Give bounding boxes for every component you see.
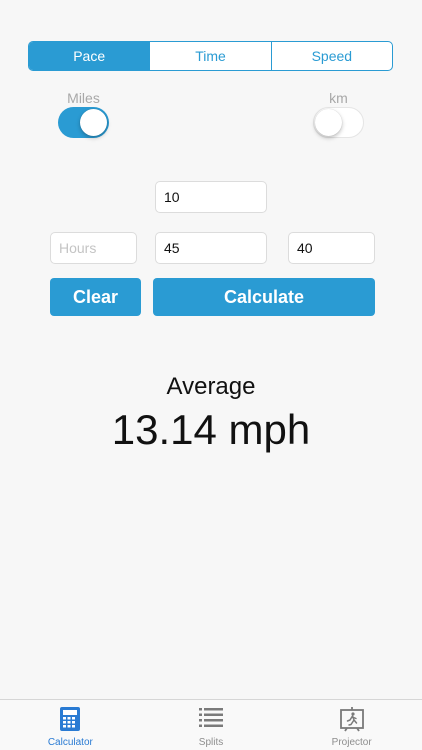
km-toggle[interactable] [313,107,364,138]
tab-projector[interactable]: Projector [281,700,422,750]
projector-icon [339,707,364,732]
pace-calculator-screen: Pace Time Speed Miles km Clear Calculate… [0,0,422,750]
tab-calculator[interactable]: Calculator [0,700,141,750]
miles-toggle-knob [80,109,107,136]
distance-input[interactable] [155,181,267,213]
clear-button[interactable]: Clear [50,278,141,316]
tab-splits-label: Splits [198,737,224,748]
km-toggle-knob [315,108,342,136]
hours-input[interactable] [50,232,137,264]
segment-time[interactable]: Time [149,42,270,70]
result-label: Average [166,373,256,400]
tab-splits[interactable]: Splits [141,700,282,750]
tab-calculator-label: Calculator [47,737,93,748]
calculate-button[interactable]: Calculate [153,278,375,316]
miles-toggle[interactable] [58,107,109,138]
segment-pace[interactable]: Pace [29,42,150,70]
seconds-input[interactable] [288,232,375,264]
tab-bar: Calculator Splits Projector [0,699,422,750]
miles-label: Miles [67,90,100,106]
minutes-input[interactable] [155,232,267,264]
result-value: 13.14 mph [111,406,311,453]
calculator-icon [60,707,81,731]
list-icon [199,708,223,727]
km-label: km [329,90,348,106]
segment-speed[interactable]: Speed [270,42,392,70]
mode-segmented-control: Pace Time Speed [28,41,393,71]
tab-projector-label: Projector [331,737,372,748]
